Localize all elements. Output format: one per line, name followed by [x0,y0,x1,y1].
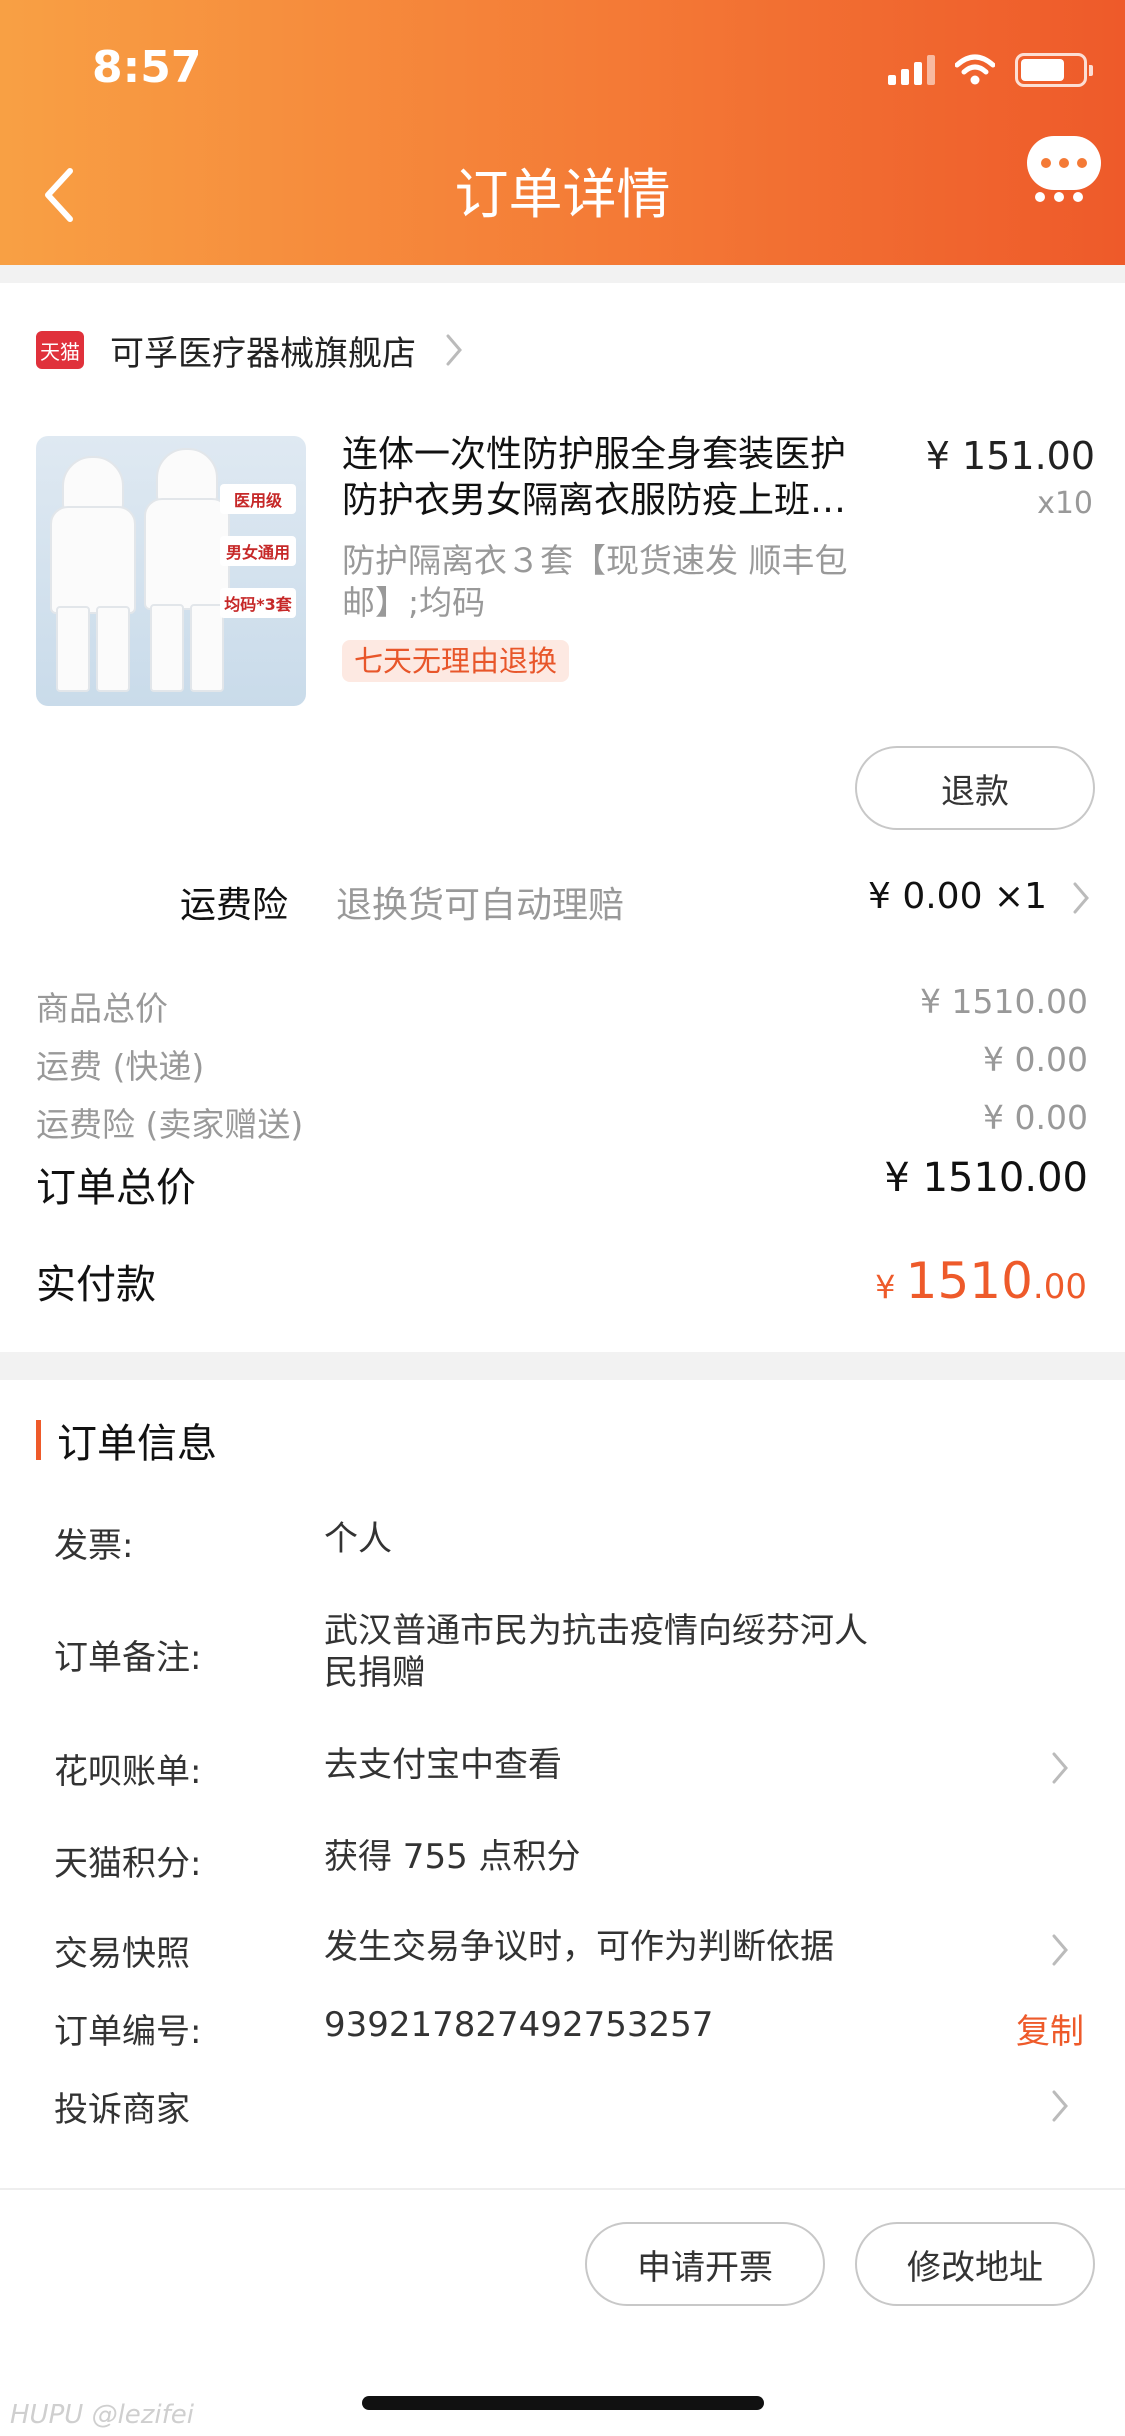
order-total-row: 订单总价 ¥ 1510.00 [36,1155,1088,1213]
store-name: 可孚医疗器械旗舰店 [110,333,416,374]
info-row-snapshot[interactable]: 交易快照 发生交易争议时，可作为判断依据 [54,1926,1084,1976]
wifi-icon [955,54,995,85]
paid-label: 实付款 [36,1262,156,1308]
remark-line: 民捐赠 [324,1653,426,1693]
fee-value: ¥ 1510.00 [920,982,1088,1021]
product-title-line: 连体一次性防护服全身套装医护 [342,434,847,475]
image-tag: 均码*3套 [220,588,296,618]
divider [0,2188,1125,2190]
header-bar: 8:57 订单详情 [0,0,1125,265]
section-separator [0,1352,1125,1380]
apply-invoice-button[interactable]: 申请开票 [585,2222,825,2306]
info-value: 武汉普通市民为抗击疫情向绥芬河人 民捐赠 [324,1610,984,1694]
signal-icon [888,55,935,85]
image-tag: 男女通用 [220,536,296,566]
chat-bubble-icon [1027,136,1101,190]
info-label: 天猫积分: [54,1844,202,1884]
order-info-header: 订单信息 [36,1412,217,1468]
product-image[interactable]: 医用级 男女通用 均码*3套 [36,436,306,706]
info-label: 订单备注: [54,1638,202,1678]
remark-line: 武汉普通市民为抗击疫情向绥芬河人 [324,1611,868,1651]
product-sku: 防护隔离衣３套【现货速发 顺丰包 邮】;均码 [342,540,902,624]
page-title: 订单详情 [454,163,671,226]
chevron-right-icon [446,334,462,366]
info-label: 投诉商家 [54,2090,190,2130]
info-row-points: 天猫积分: 获得 755 点积分 [54,1836,1084,1884]
info-value: 个人 [324,1519,392,1559]
info-label: 发票: [54,1526,134,1566]
fee-label: 运费险 (卖家赠送) [36,1105,304,1144]
section-separator [0,265,1125,283]
watermark: HUPU @lezifei [10,2400,194,2430]
message-button[interactable] [1027,130,1103,210]
info-value: 获得 755 点积分 [324,1837,581,1877]
home-indicator [362,2396,764,2410]
shipping-insurance-row[interactable]: 运费险 退换货可自动理赔 ¥ 0.00 ×1 [0,868,1125,928]
product-sku-line: 防护隔离衣３套【现货速发 顺丰包 [342,541,848,580]
chevron-right-icon [1052,1934,1068,1966]
fee-row-shipping: 运费 (快递) ¥ 0.00 [36,1040,1088,1086]
return-policy-badge: 七天无理由退换 [342,640,570,682]
info-row-invoice: 发票: 个人 [54,1518,1084,1566]
change-address-button[interactable]: 修改地址 [855,2222,1095,2306]
fee-label: 商品总价 [36,989,168,1028]
chevron-right-icon [1052,2090,1068,2122]
chevron-right-icon [1052,1752,1068,1784]
complaint-row[interactable]: 投诉商家 [54,2082,1084,2132]
order-total-label: 订单总价 [36,1165,196,1211]
image-tag: 医用级 [220,484,296,514]
order-number: 939217827492753257 [324,2005,714,2045]
refund-button[interactable]: 退款 [855,746,1095,830]
shipping-insurance-desc: 退换货可自动理赔 [336,885,625,926]
info-row-order-number: 订单编号: 939217827492753257 复制 [54,2004,1084,2054]
product-sku-line: 邮】;均码 [342,583,486,622]
paid-amount: ¥ 1510.00 [875,1252,1087,1310]
info-label: 订单编号: [54,2012,202,2052]
accent-bar [36,1420,41,1460]
fee-label: 运费 (快递) [36,1047,205,1086]
copy-button[interactable]: 复制 [1016,2004,1084,2053]
watermark-user: @lezifei [91,2400,195,2430]
fee-row-subtotal: 商品总价 ¥ 1510.00 [36,982,1088,1028]
shipping-insurance-value: ¥ 0.00 ×1 [867,876,1047,917]
more-dots-icon [1035,192,1083,202]
shipping-insurance-label: 运费险 [180,885,289,926]
product-quantity: x10 [1037,486,1093,521]
chevron-right-icon [1073,882,1089,914]
product-title-line: 防护衣男女隔离衣服防疫上班… [342,480,847,521]
info-label: 交易快照 [54,1934,190,1974]
fee-value: ¥ 0.00 [983,1040,1088,1079]
tmall-logo: 天猫 [36,331,84,369]
product-price: ¥ 151.00 [925,434,1095,478]
fee-row-insurance: 运费险 (卖家赠送) ¥ 0.00 [36,1098,1088,1144]
info-value: 发生交易争议时，可作为判断依据 [324,1927,834,1967]
status-time: 8:57 [92,42,202,93]
info-row-huabei[interactable]: 花呗账单: 去支付宝中查看 [54,1744,1084,1794]
info-row-remark: 订单备注: 武汉普通市民为抗击疫情向绥芬河人 民捐赠 [54,1610,1084,1702]
battery-icon [1015,53,1093,87]
status-icons [888,50,1093,90]
fee-value: ¥ 0.00 [983,1098,1088,1137]
watermark-brand: HUPU [10,2400,84,2430]
product-title[interactable]: 连体一次性防护服全身套装医护 防护衣男女隔离衣服防疫上班… [342,432,912,524]
order-info-title: 订单信息 [57,1421,217,1467]
paid-decimal: .00 [1032,1267,1087,1307]
store-link[interactable]: 天猫 可孚医疗器械旗舰店 [36,320,464,380]
paid-integer: 1510 [905,1252,1033,1310]
info-value: 去支付宝中查看 [324,1745,562,1785]
info-label: 花呗账单: [54,1752,202,1792]
paid-currency: ¥ [875,1268,906,1306]
order-total-value: ¥ 1510.00 [884,1155,1088,1201]
